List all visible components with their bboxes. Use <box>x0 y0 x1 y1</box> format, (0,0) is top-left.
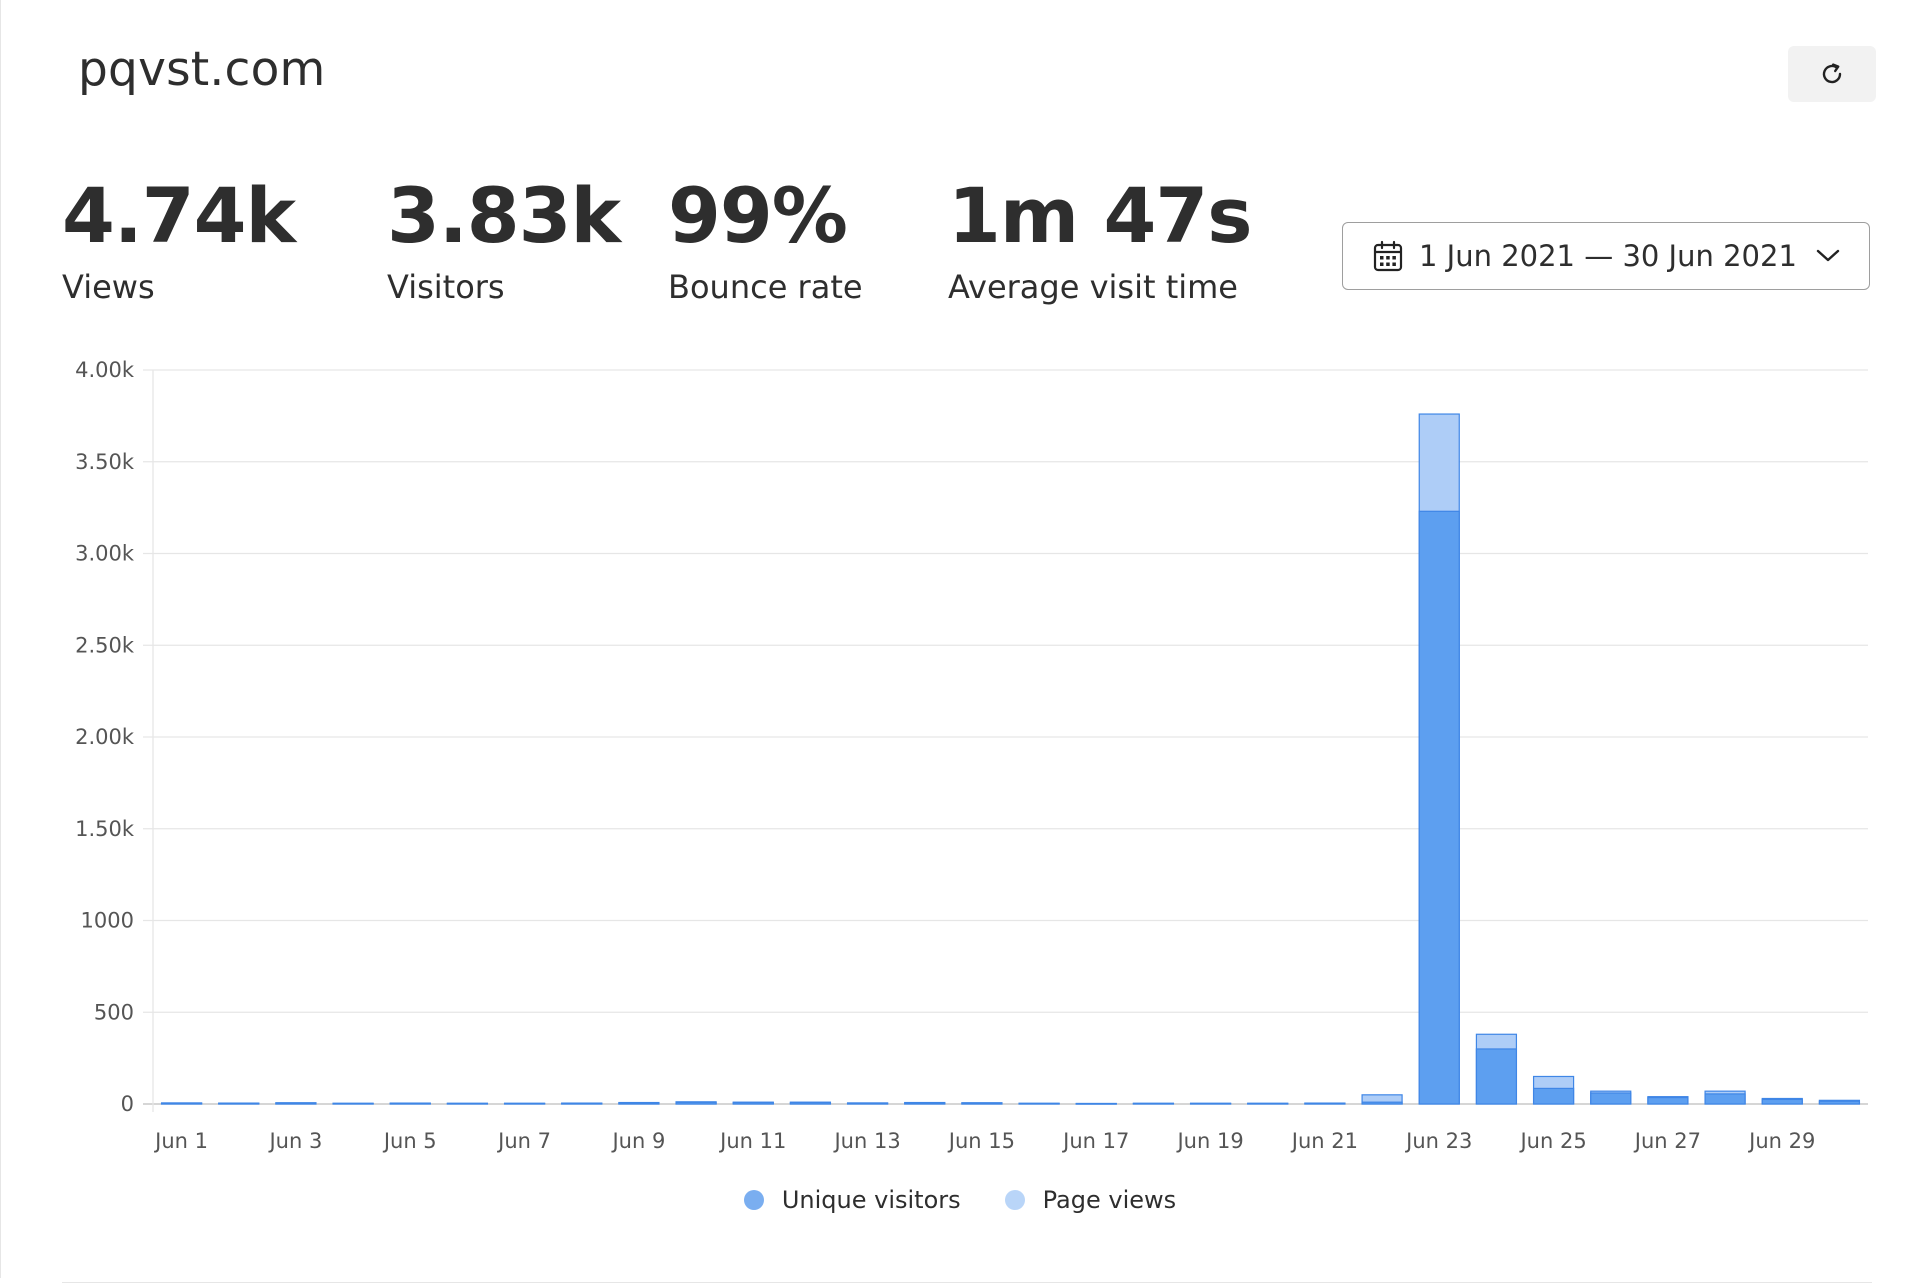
x-tick-label: Jun 9 <box>610 1129 665 1153</box>
legend-label-page-views: Page views <box>1042 1186 1177 1214</box>
bar-unique-visitors <box>561 1102 603 1105</box>
y-tick-label: 2.00k <box>75 725 135 749</box>
x-tick-label: Jun 11 <box>718 1129 786 1153</box>
legend-dot-unique-visitors <box>743 1190 764 1210</box>
bar-unique-visitors <box>1418 510 1460 1105</box>
bar-unique-visitors <box>275 1102 317 1105</box>
x-tick-label: Jun 29 <box>1747 1129 1815 1153</box>
metric-bounce-rate-label: Bounce rate <box>668 268 863 306</box>
site-title: pqvst.com <box>78 42 326 97</box>
bar-unique-visitors <box>618 1102 660 1105</box>
x-tick-label: Jun 13 <box>832 1129 900 1153</box>
calendar-icon <box>1373 240 1403 272</box>
date-range-picker[interactable]: 1 Jun 2021 — 30 Jun 2021 <box>1342 222 1870 290</box>
legend-item-page-views[interactable]: Page views <box>1004 1186 1177 1214</box>
metric-views-label: Views <box>62 268 155 306</box>
legend-label-unique-visitors: Unique visitors <box>781 1186 961 1214</box>
bar-unique-visitors <box>1075 1103 1117 1105</box>
legend-dot-page-views <box>1004 1190 1025 1210</box>
y-tick-label: 2.50k <box>75 633 135 657</box>
y-tick-label: 4.00k <box>75 358 135 382</box>
x-tick-label: Jun 27 <box>1633 1129 1701 1153</box>
bar-unique-visitors <box>503 1102 546 1105</box>
metric-average-visit-time-value: 1m 47s <box>948 171 1253 260</box>
bar-unique-visitors <box>1132 1102 1175 1105</box>
metric-average-visit-time-label: Average visit time <box>948 268 1238 306</box>
y-tick-label: 1.50k <box>75 817 135 841</box>
bar-unique-visitors <box>1361 1101 1403 1105</box>
y-tick-label: 3.00k <box>75 542 135 566</box>
refresh-button[interactable] <box>1788 46 1876 102</box>
x-tick-label: Jun 25 <box>1518 1129 1586 1153</box>
bar-unique-visitors <box>446 1102 489 1105</box>
x-tick-label: Jun 21 <box>1290 1129 1358 1153</box>
bar-unique-visitors <box>1532 1087 1575 1105</box>
x-tick-label: Jun 7 <box>496 1129 551 1153</box>
y-tick-label: 1000 <box>81 909 134 933</box>
analytics-page: pqvst.com 4.74k Views 3.83k Visitors 99%… <box>0 0 1920 1283</box>
bar-unique-visitors <box>846 1102 889 1105</box>
x-tick-label: Jun 17 <box>1061 1129 1129 1153</box>
x-tick-label: Jun 23 <box>1404 1129 1472 1153</box>
metric-visitors-label: Visitors <box>387 268 505 306</box>
x-tick-label: Jun 1 <box>153 1129 208 1153</box>
visits-bar-chart: 0 500 1000 1.50k 2.00k 2.50k 3.00k 3.50k 4.00k Ju… <box>75 358 1868 1153</box>
x-tick-label: Jun 19 <box>1175 1129 1243 1153</box>
bar-unique-visitors <box>732 1101 774 1105</box>
bar-unique-visitors <box>218 1102 260 1105</box>
y-tick-label: 500 <box>94 1000 134 1024</box>
bar-unique-visitors <box>1018 1102 1060 1105</box>
metric-bounce-rate-value: 99% <box>668 171 848 260</box>
x-tick-label: Jun 15 <box>947 1129 1015 1153</box>
metric-average-visit-time: 1m 47s Average visit time <box>948 171 1253 307</box>
bar-unique-visitors <box>1647 1096 1689 1105</box>
bar-unique-visitors <box>904 1102 946 1105</box>
bar-unique-visitors <box>1304 1102 1346 1105</box>
x-tick-label: Jun 3 <box>267 1129 322 1153</box>
metric-views-value: 4.74k <box>62 171 296 260</box>
bar-unique-visitors <box>789 1101 832 1105</box>
metric-bounce-rate: 99% Bounce rate <box>668 171 863 307</box>
x-tick-label: Jun 5 <box>382 1129 437 1153</box>
bar-unique-visitors <box>1818 1100 1861 1105</box>
bar-unique-visitors <box>675 1101 717 1105</box>
bar-unique-visitors <box>389 1102 431 1105</box>
chart-legend: Unique visitors Page views <box>0 1186 1920 1214</box>
refresh-icon <box>1822 63 1842 84</box>
bar-unique-visitors <box>1590 1092 1632 1105</box>
date-range-text: 1 Jun 2021 — 30 Jun 2021 <box>1419 239 1797 273</box>
bar-unique-visitors <box>1761 1098 1803 1105</box>
bar-unique-visitors <box>1247 1102 1289 1105</box>
bar-unique-visitors <box>1189 1102 1232 1105</box>
metric-visitors: 3.83k Visitors <box>387 171 621 307</box>
legend-item-unique-visitors[interactable]: Unique visitors <box>743 1186 961 1214</box>
chevron-down-icon <box>1816 249 1840 262</box>
metric-visitors-value: 3.83k <box>387 171 621 260</box>
bar-unique-visitors <box>160 1102 203 1105</box>
bar-unique-visitors <box>961 1102 1003 1105</box>
bar-unique-visitors <box>1704 1093 1746 1105</box>
metric-views: 4.74k Views <box>62 171 296 307</box>
y-tick-label: 0 <box>121 1092 134 1116</box>
y-tick-label: 3.50k <box>75 450 135 474</box>
bar-unique-visitors <box>1475 1048 1518 1105</box>
bar-unique-visitors <box>332 1102 374 1105</box>
